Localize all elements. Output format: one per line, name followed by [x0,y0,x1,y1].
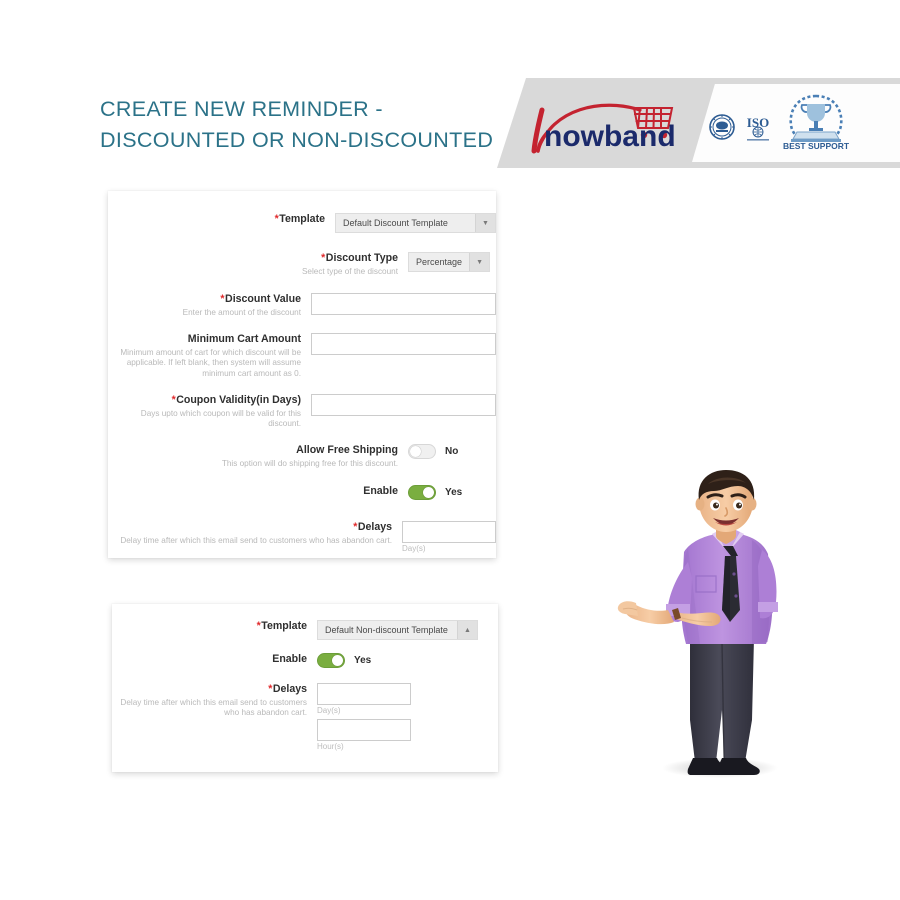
svg-text:nowband: nowband [544,120,676,153]
businessman-presenting-illustration [612,470,827,782]
enable-toggle-nd[interactable] [317,653,345,668]
template-select[interactable]: Default Discount Template ▼ [335,213,496,233]
required-marker: * [353,521,358,533]
page-title: CREATE NEW REMINDER - DISCOUNTED OR NON-… [100,97,494,152]
discount-value-input[interactable] [311,293,496,315]
field-label: Enable [363,485,398,497]
minimum-cart-amount-input[interactable] [311,333,496,355]
field-label: Enable [272,653,307,665]
required-marker: * [268,683,273,695]
best-support-badge: BEST SUPPORT [783,92,849,150]
non-discounted-reminder-panel: *Template Default Non-discount Template … [112,604,498,772]
field-hint: Minimum amount of cart for which discoun… [120,348,301,378]
field-label: *Delays [353,521,392,533]
delay-days-unit: Day(s) [402,544,426,553]
field-row-delays-nd: *Delays Delay time after which this emai… [112,683,498,752]
field-hint: Delay time after which this email send t… [120,698,307,718]
required-marker: * [220,293,225,305]
field-hint: This option will do shipping free for th… [221,459,398,468]
certification-seal-badge [709,114,735,140]
required-marker: * [321,252,326,264]
field-row-template-nd: *Template Default Non-discount Template … [112,620,498,640]
page-header: CREATE NEW REMINDER - DISCOUNTED OR NON-… [0,78,900,168]
field-row-minimum-cart-amount: Minimum Cart Amount Minimum amount of ca… [108,333,496,379]
field-row-coupon-validity: *Coupon Validity(in Days) Days upto whic… [108,394,496,430]
field-label: *Template [274,213,325,225]
delay-days-input-nd[interactable] [317,683,411,705]
iso-badge: ISO [741,112,775,142]
field-row-template: *Template Default Discount Template ▼ [108,213,496,233]
field-row-discount-type: *Discount Type Select type of the discou… [108,252,496,277]
field-row-delays: *Delays Delay time after which this emai… [108,521,496,554]
discount-type-select[interactable]: Percentage ▼ [408,252,491,272]
delay-days-unit-nd: Day(s) [317,706,341,715]
field-row-enable-nd: Enable Yes [112,653,498,668]
field-label: *Delays [268,683,307,695]
template-select-nd[interactable]: Default Non-discount Template ▲ [317,620,478,640]
chevron-up-icon[interactable]: ▲ [457,621,477,639]
delay-days-input[interactable] [402,521,496,543]
field-label: *Coupon Validity(in Days) [171,394,301,406]
toggle-knob [410,446,421,457]
field-hint: Delay time after which this email send t… [120,536,392,545]
field-row-allow-free-shipping: Allow Free Shipping This option will do … [108,444,496,469]
enable-toggle-nd-state: Yes [354,655,372,666]
toggle-knob [332,655,343,666]
delay-hours-unit-nd: Hour(s) [317,742,344,751]
field-hint: Enter the amount of the discount [182,308,301,317]
chevron-down-icon[interactable]: ▼ [475,214,495,232]
field-label: Minimum Cart Amount [187,333,301,345]
field-row-discount-value: *Discount Value Enter the amount of the … [108,293,496,318]
field-hint: Days upto which coupon will be valid for… [140,409,301,429]
svg-text:BEST SUPPORT: BEST SUPPORT [783,141,849,150]
allow-free-shipping-toggle-state: No [445,446,459,457]
enable-toggle-state: Yes [445,487,463,498]
field-label: Allow Free Shipping [296,444,398,456]
enable-toggle[interactable] [408,485,436,500]
delay-hours-input-nd[interactable] [317,719,411,741]
template-select-nd-value: Default Non-discount Template [325,625,448,635]
trust-badges: ISO BEST SUPPORT [705,92,895,154]
field-label: *Discount Value [220,293,301,305]
discount-type-select-value: Percentage [416,257,463,267]
chevron-down-icon[interactable]: ▼ [469,253,490,271]
toggle-knob [423,487,434,498]
coupon-validity-input[interactable] [311,394,496,416]
field-row-enable: Enable Yes [108,485,496,500]
allow-free-shipping-toggle[interactable] [408,444,436,459]
field-hint: Select type of the discount [301,267,398,276]
field-label: *Template [256,620,307,632]
discounted-reminder-panel: *Template Default Discount Template ▼ *D… [108,191,496,558]
knowband-logo: nowband [522,92,694,154]
field-label: *Discount Type [321,252,398,264]
template-select-value: Default Discount Template [343,218,448,228]
